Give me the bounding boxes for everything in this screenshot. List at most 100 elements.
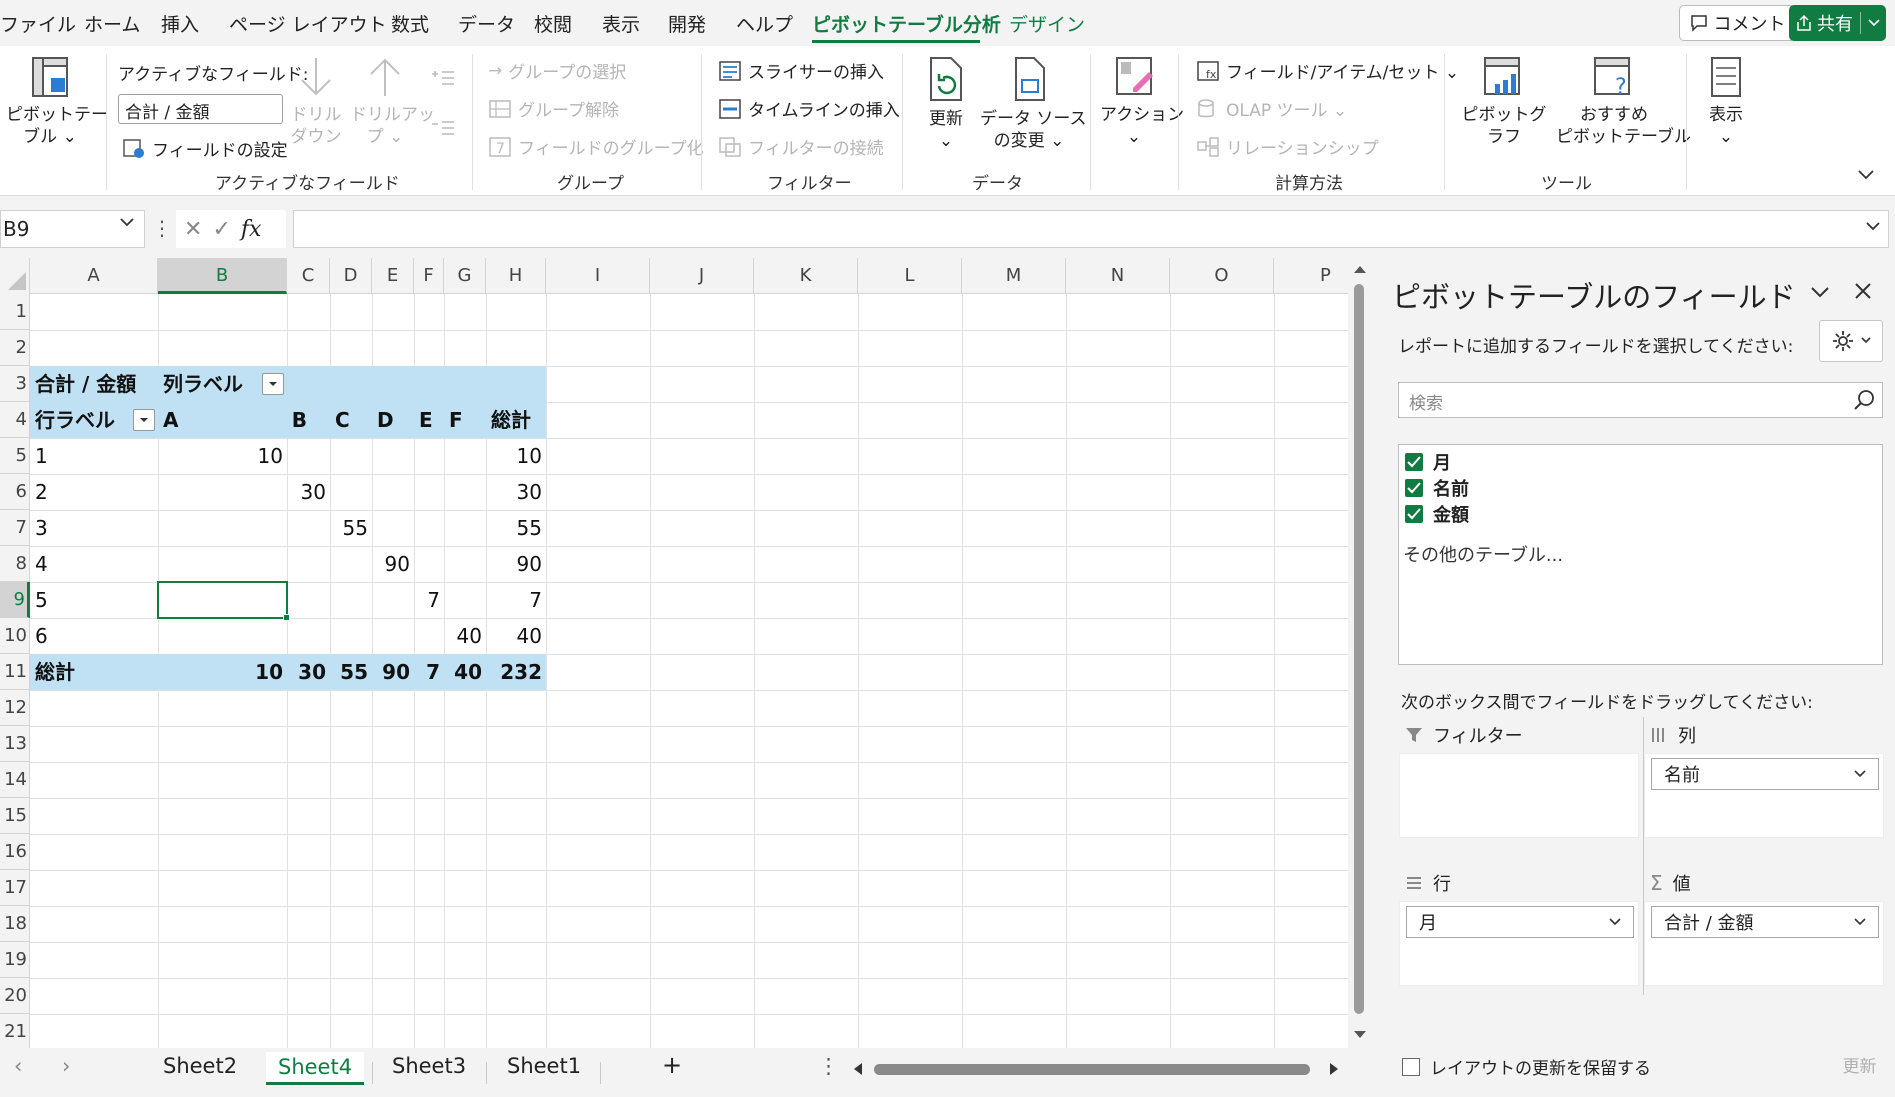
drill-down-button[interactable]: ドリル ダウン [290,54,342,148]
values-drop-zone[interactable]: 合計 / 金額 [1644,901,1884,986]
checkbox-checked-icon[interactable] [1405,505,1423,523]
row-header[interactable]: 1 [0,294,30,330]
refresh-button[interactable]: 更新 ⌄ [918,54,974,152]
menu-insert[interactable]: 挿入 [161,10,199,37]
actions-button[interactable]: アクション ⌄ [1100,54,1184,148]
group-field-button[interactable]: 7 フィールドのグループ化 [488,134,704,159]
vertical-scroll-thumb[interactable] [1354,284,1364,1014]
menu-developer[interactable]: 開発 [668,10,706,37]
comment-button[interactable]: コメント [1679,5,1796,41]
row-header[interactable]: 13 [0,726,30,762]
insert-slicer-button[interactable]: スライサーの挿入 [718,58,884,83]
row-header[interactable]: 20 [0,978,30,1014]
horizontal-scroll-thumb[interactable] [874,1064,1310,1075]
olap-tools-button[interactable]: OLAP ツール ⌄ [1196,96,1347,121]
row-header[interactable]: 18 [0,906,30,942]
active-field-input[interactable]: 合計 / 金額 [118,94,283,124]
row-header[interactable]: 6 [0,474,30,510]
worksheet-grid[interactable]: A B C D E F G H I J K L M N O P 1 2 3 4 … [0,258,1348,1048]
row-header[interactable]: 9 [0,582,30,618]
sheet-tab-active[interactable]: Sheet4 [266,1052,365,1085]
row-header[interactable]: 2 [0,330,30,366]
checkbox-checked-icon[interactable] [1405,453,1423,471]
pane-settings-button[interactable] [1819,320,1883,362]
collapse-field-icon[interactable] [430,118,456,138]
add-sheet-button[interactable]: + [662,1051,682,1079]
row-header[interactable]: 12 [0,690,30,726]
values-field-pill[interactable]: 合計 / 金額 [1651,906,1879,938]
pivot-table-button[interactable]: ピボットテー ブル ⌄ [6,54,108,148]
close-icon[interactable] [1854,282,1872,300]
col-header[interactable]: C [287,258,330,294]
confirm-icon[interactable]: ✓ [212,217,230,242]
col-header[interactable]: O [1170,258,1274,294]
pivot-chart-button[interactable]: ピボットグラフ [1456,54,1552,148]
row-header[interactable]: 14 [0,762,30,798]
recommended-pivot-button[interactable]: ? おすすめ ピボットテーブル [1556,54,1691,148]
change-data-source-button[interactable]: データ ソース の変更 ⌄ [980,54,1087,152]
menu-formulas[interactable]: 数式 [391,10,429,37]
menu-review[interactable]: 校閲 [534,10,572,37]
ribbon-collapse-icon[interactable] [1858,170,1874,180]
menu-home[interactable]: ホーム [84,10,140,37]
checkbox-unchecked-icon[interactable] [1402,1057,1420,1076]
col-header[interactable]: H [486,258,546,294]
prev-sheet-icon[interactable]: ‹ [14,1054,22,1078]
scroll-up-icon[interactable] [1353,264,1367,274]
row-header[interactable]: 16 [0,834,30,870]
field-item[interactable]: 金額 [1405,501,1469,527]
filter-connections-button[interactable]: フィルターの接続 [718,134,884,159]
sheet-tab[interactable]: Sheet1 [507,1054,581,1078]
columns-field-pill[interactable]: 名前 [1651,758,1879,790]
col-header[interactable]: B [158,258,287,294]
col-header[interactable]: K [754,258,858,294]
col-header[interactable]: I [546,258,650,294]
field-search-input[interactable]: 検索 [1398,382,1883,418]
menu-design[interactable]: デザイン [1009,10,1085,37]
rows-field-pill[interactable]: 月 [1406,906,1634,938]
filters-drop-zone[interactable] [1399,753,1639,838]
row-header[interactable]: 17 [0,870,30,906]
menu-file[interactable]: ファイル [0,10,76,37]
scroll-left-icon[interactable] [852,1062,864,1076]
fill-handle[interactable] [283,614,290,621]
row-header[interactable]: 21 [0,1014,30,1048]
group-selection-button[interactable]: → グループの選択 [488,58,626,84]
fx-icon[interactable]: fx [241,217,262,242]
expand-field-icon[interactable] [430,68,456,88]
col-header[interactable]: E [372,258,414,294]
pivot-row-labels[interactable]: 行ラベル [35,402,115,438]
fields-items-sets-button[interactable]: fx フィールド/アイテム/セット ⌄ [1196,58,1459,83]
row-header[interactable]: 19 [0,942,30,978]
menu-help[interactable]: ヘルプ [736,10,793,37]
menu-data[interactable]: データ [458,10,515,37]
row-header[interactable]: 3 [0,366,30,402]
scroll-down-icon[interactable] [1353,1030,1367,1040]
chevron-down-icon[interactable] [1868,19,1880,27]
row-header[interactable]: 10 [0,618,30,654]
ungroup-button[interactable]: グループ解除 [488,96,619,121]
drill-up-button[interactable]: ドリルアッ プ ⌄ [350,54,435,148]
more-options-icon[interactable]: ⋮ [152,216,172,240]
checkbox-checked-icon[interactable] [1405,479,1423,497]
menu-pivot-analyze[interactable]: ピボットテーブル分析 [812,10,1001,37]
row-header[interactable]: 15 [0,798,30,834]
chevron-down-icon[interactable] [120,218,134,228]
sheet-tab[interactable]: Sheet2 [163,1054,237,1078]
rows-drop-zone[interactable]: 月 [1399,901,1639,986]
field-settings-button[interactable]: フィールドの設定 [122,136,288,161]
insert-timeline-button[interactable]: タイムラインの挿入 [718,96,900,121]
show-button[interactable]: 表示 ⌄ [1696,54,1756,148]
update-button[interactable]: 更新 [1832,1048,1887,1080]
menu-page-layout[interactable]: ページ レイアウト [229,10,387,37]
row-header[interactable]: 7 [0,510,30,546]
col-header[interactable]: A [30,258,158,294]
col-header[interactable]: J [650,258,754,294]
row-header[interactable]: 5 [0,438,30,474]
next-sheet-icon[interactable]: › [62,1054,70,1078]
formula-input[interactable] [293,210,1889,248]
sheet-tab[interactable]: Sheet3 [392,1054,466,1078]
cancel-icon[interactable]: ✕ [184,217,202,242]
col-header[interactable]: P [1274,258,1348,294]
defer-layout-update[interactable]: レイアウトの更新を保留する [1402,1054,1651,1079]
